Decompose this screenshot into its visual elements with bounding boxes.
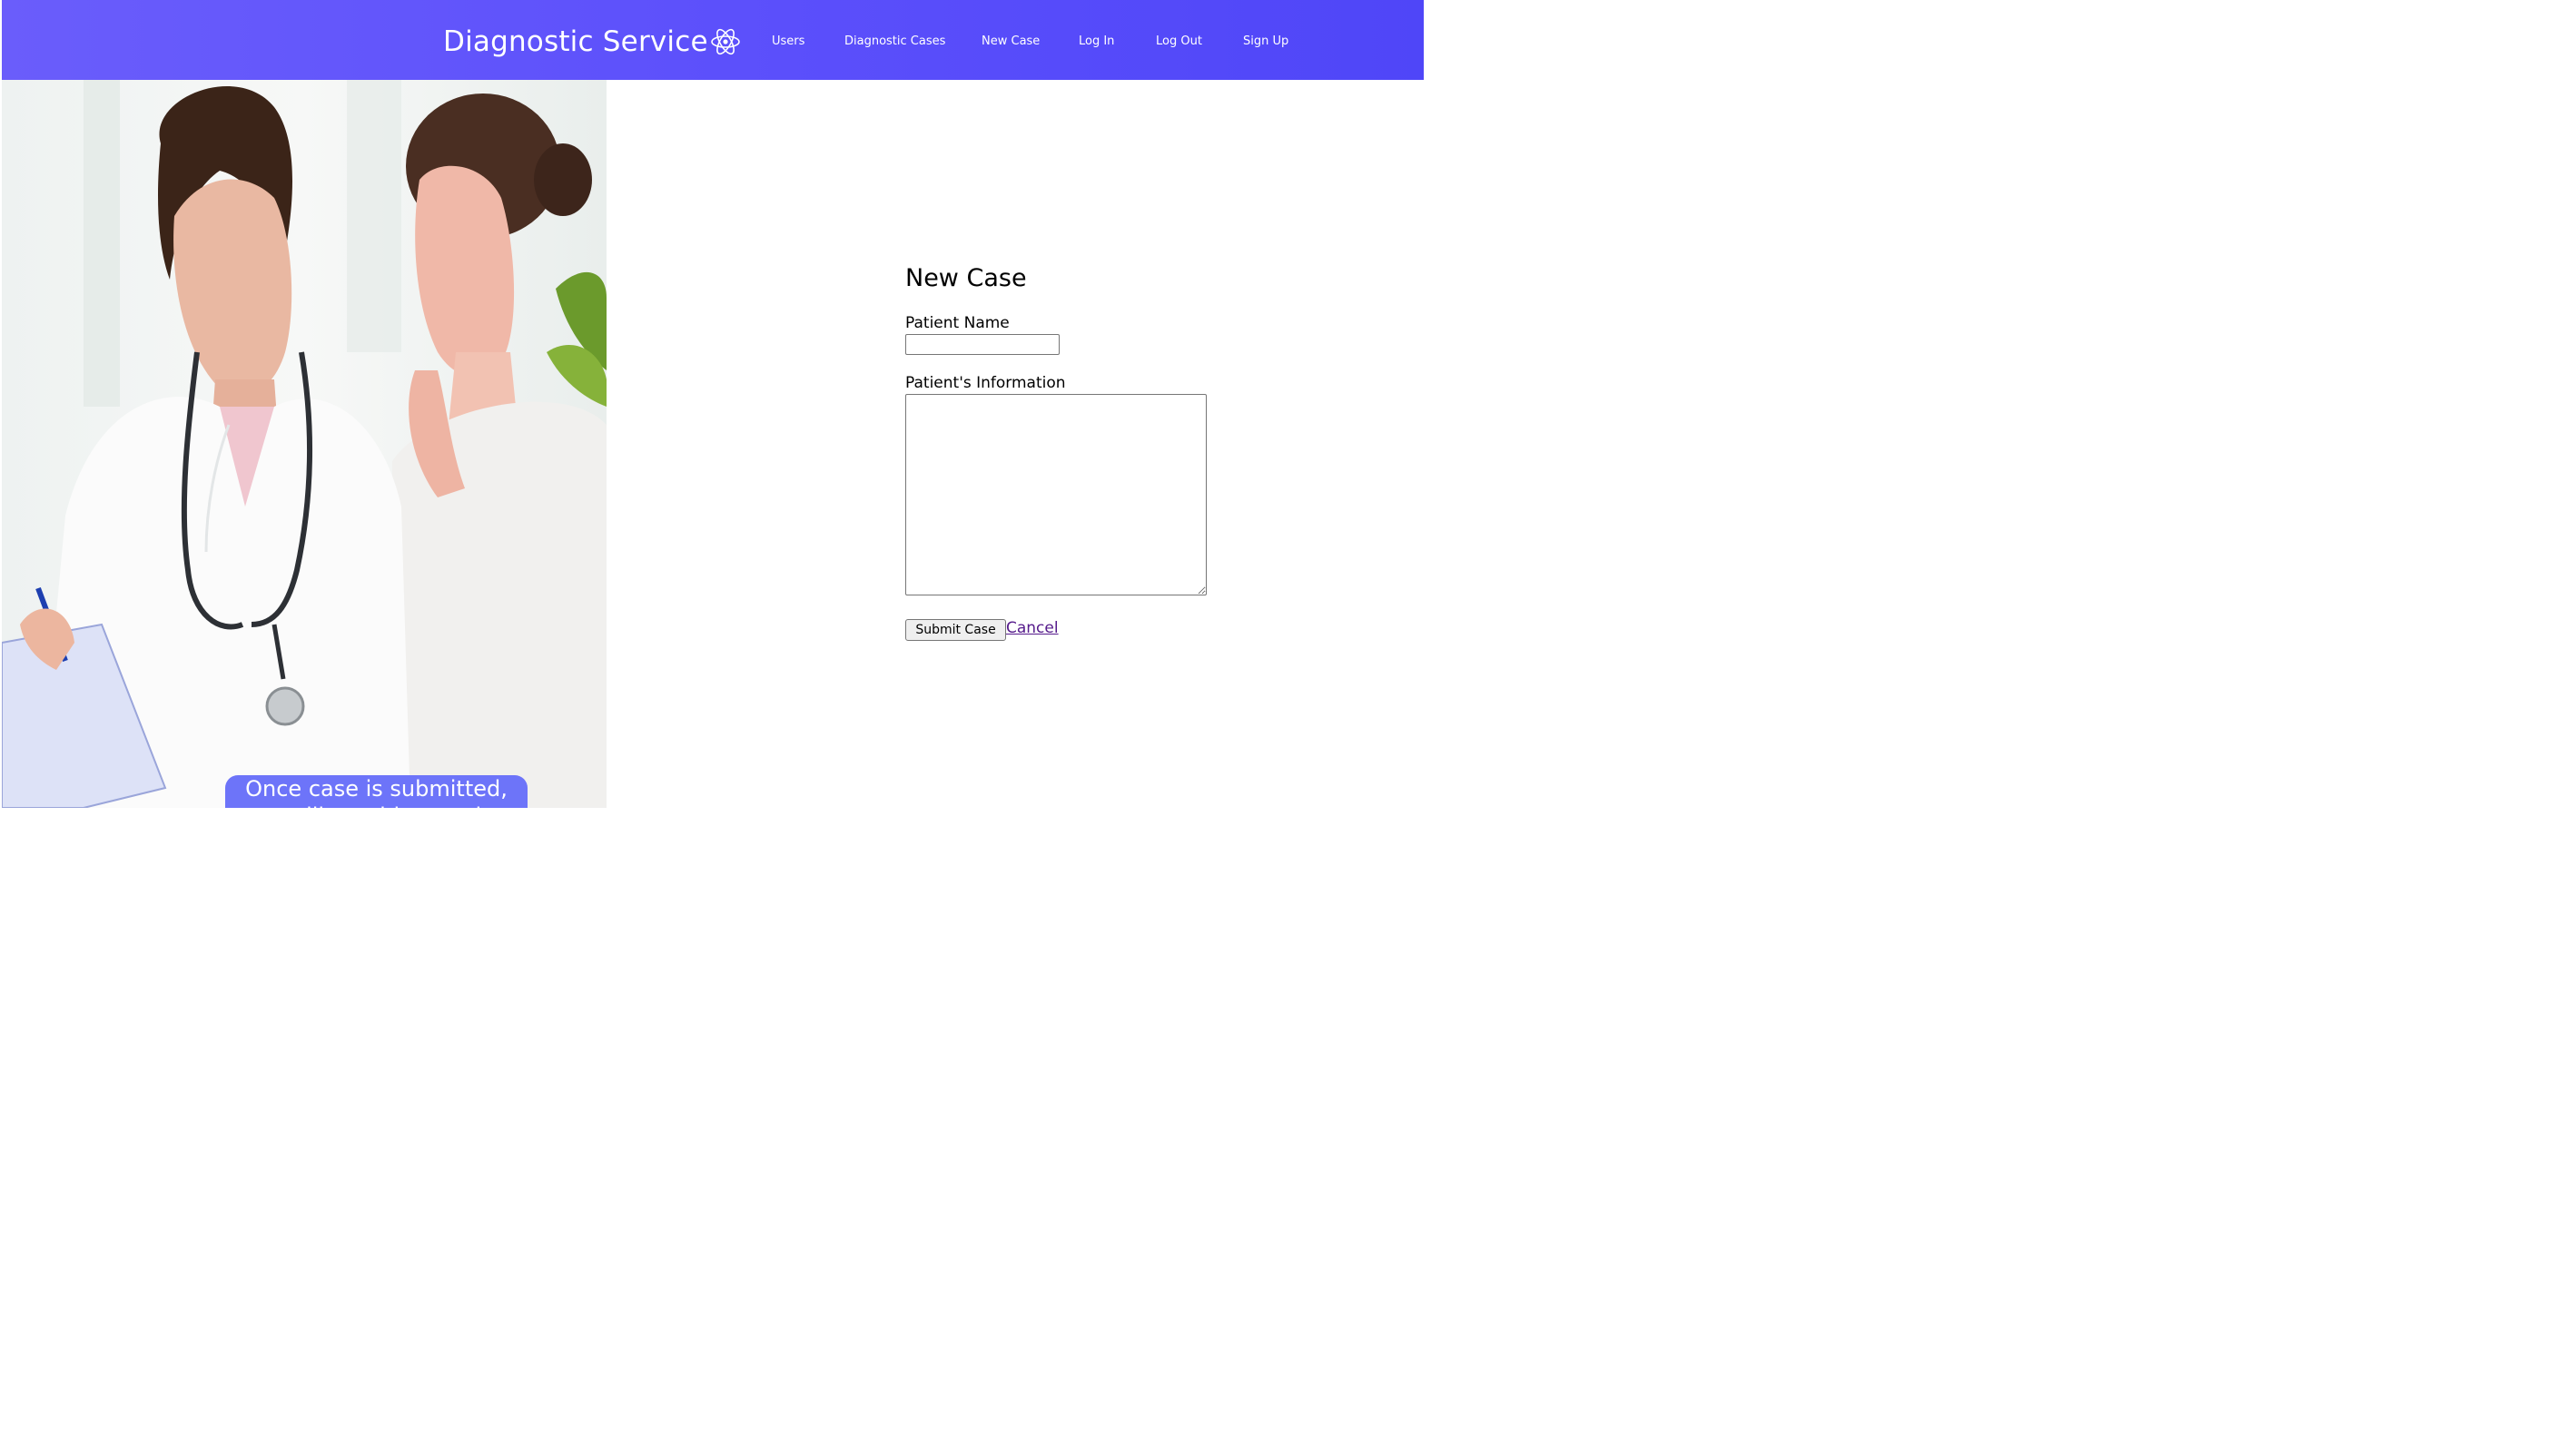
hero-photo: Once case is submitted, we will provide … — [2, 80, 607, 808]
react-atom-icon — [710, 28, 740, 55]
nav-users[interactable]: Users — [772, 34, 804, 48]
nav-sign-up[interactable]: Sign Up — [1243, 34, 1288, 48]
nav-log-in[interactable]: Log In — [1079, 34, 1114, 48]
brand[interactable]: Diagnostic Service — [443, 22, 741, 62]
patient-name-label: Patient Name — [905, 314, 1010, 332]
navbar: Diagnostic Service Users Diagnostic Case… — [2, 0, 1424, 80]
patient-info-textarea[interactable] — [905, 394, 1207, 595]
nav-new-case[interactable]: New Case — [982, 34, 1040, 48]
nav-diagnostic-cases[interactable]: Diagnostic Cases — [844, 34, 945, 48]
doctor-patient-illustration — [2, 80, 607, 808]
form-title: New Case — [905, 264, 1027, 292]
submit-case-button[interactable]: Submit Case — [905, 619, 1006, 641]
patient-info-label: Patient's Information — [905, 374, 1066, 392]
patient-name-input[interactable] — [905, 334, 1060, 355]
brand-title: Diagnostic Service — [443, 25, 708, 58]
nav-log-out[interactable]: Log Out — [1156, 34, 1202, 48]
cancel-link[interactable]: Cancel — [1006, 619, 1059, 637]
hero-caption: Once case is submitted, we will provide … — [225, 775, 528, 808]
